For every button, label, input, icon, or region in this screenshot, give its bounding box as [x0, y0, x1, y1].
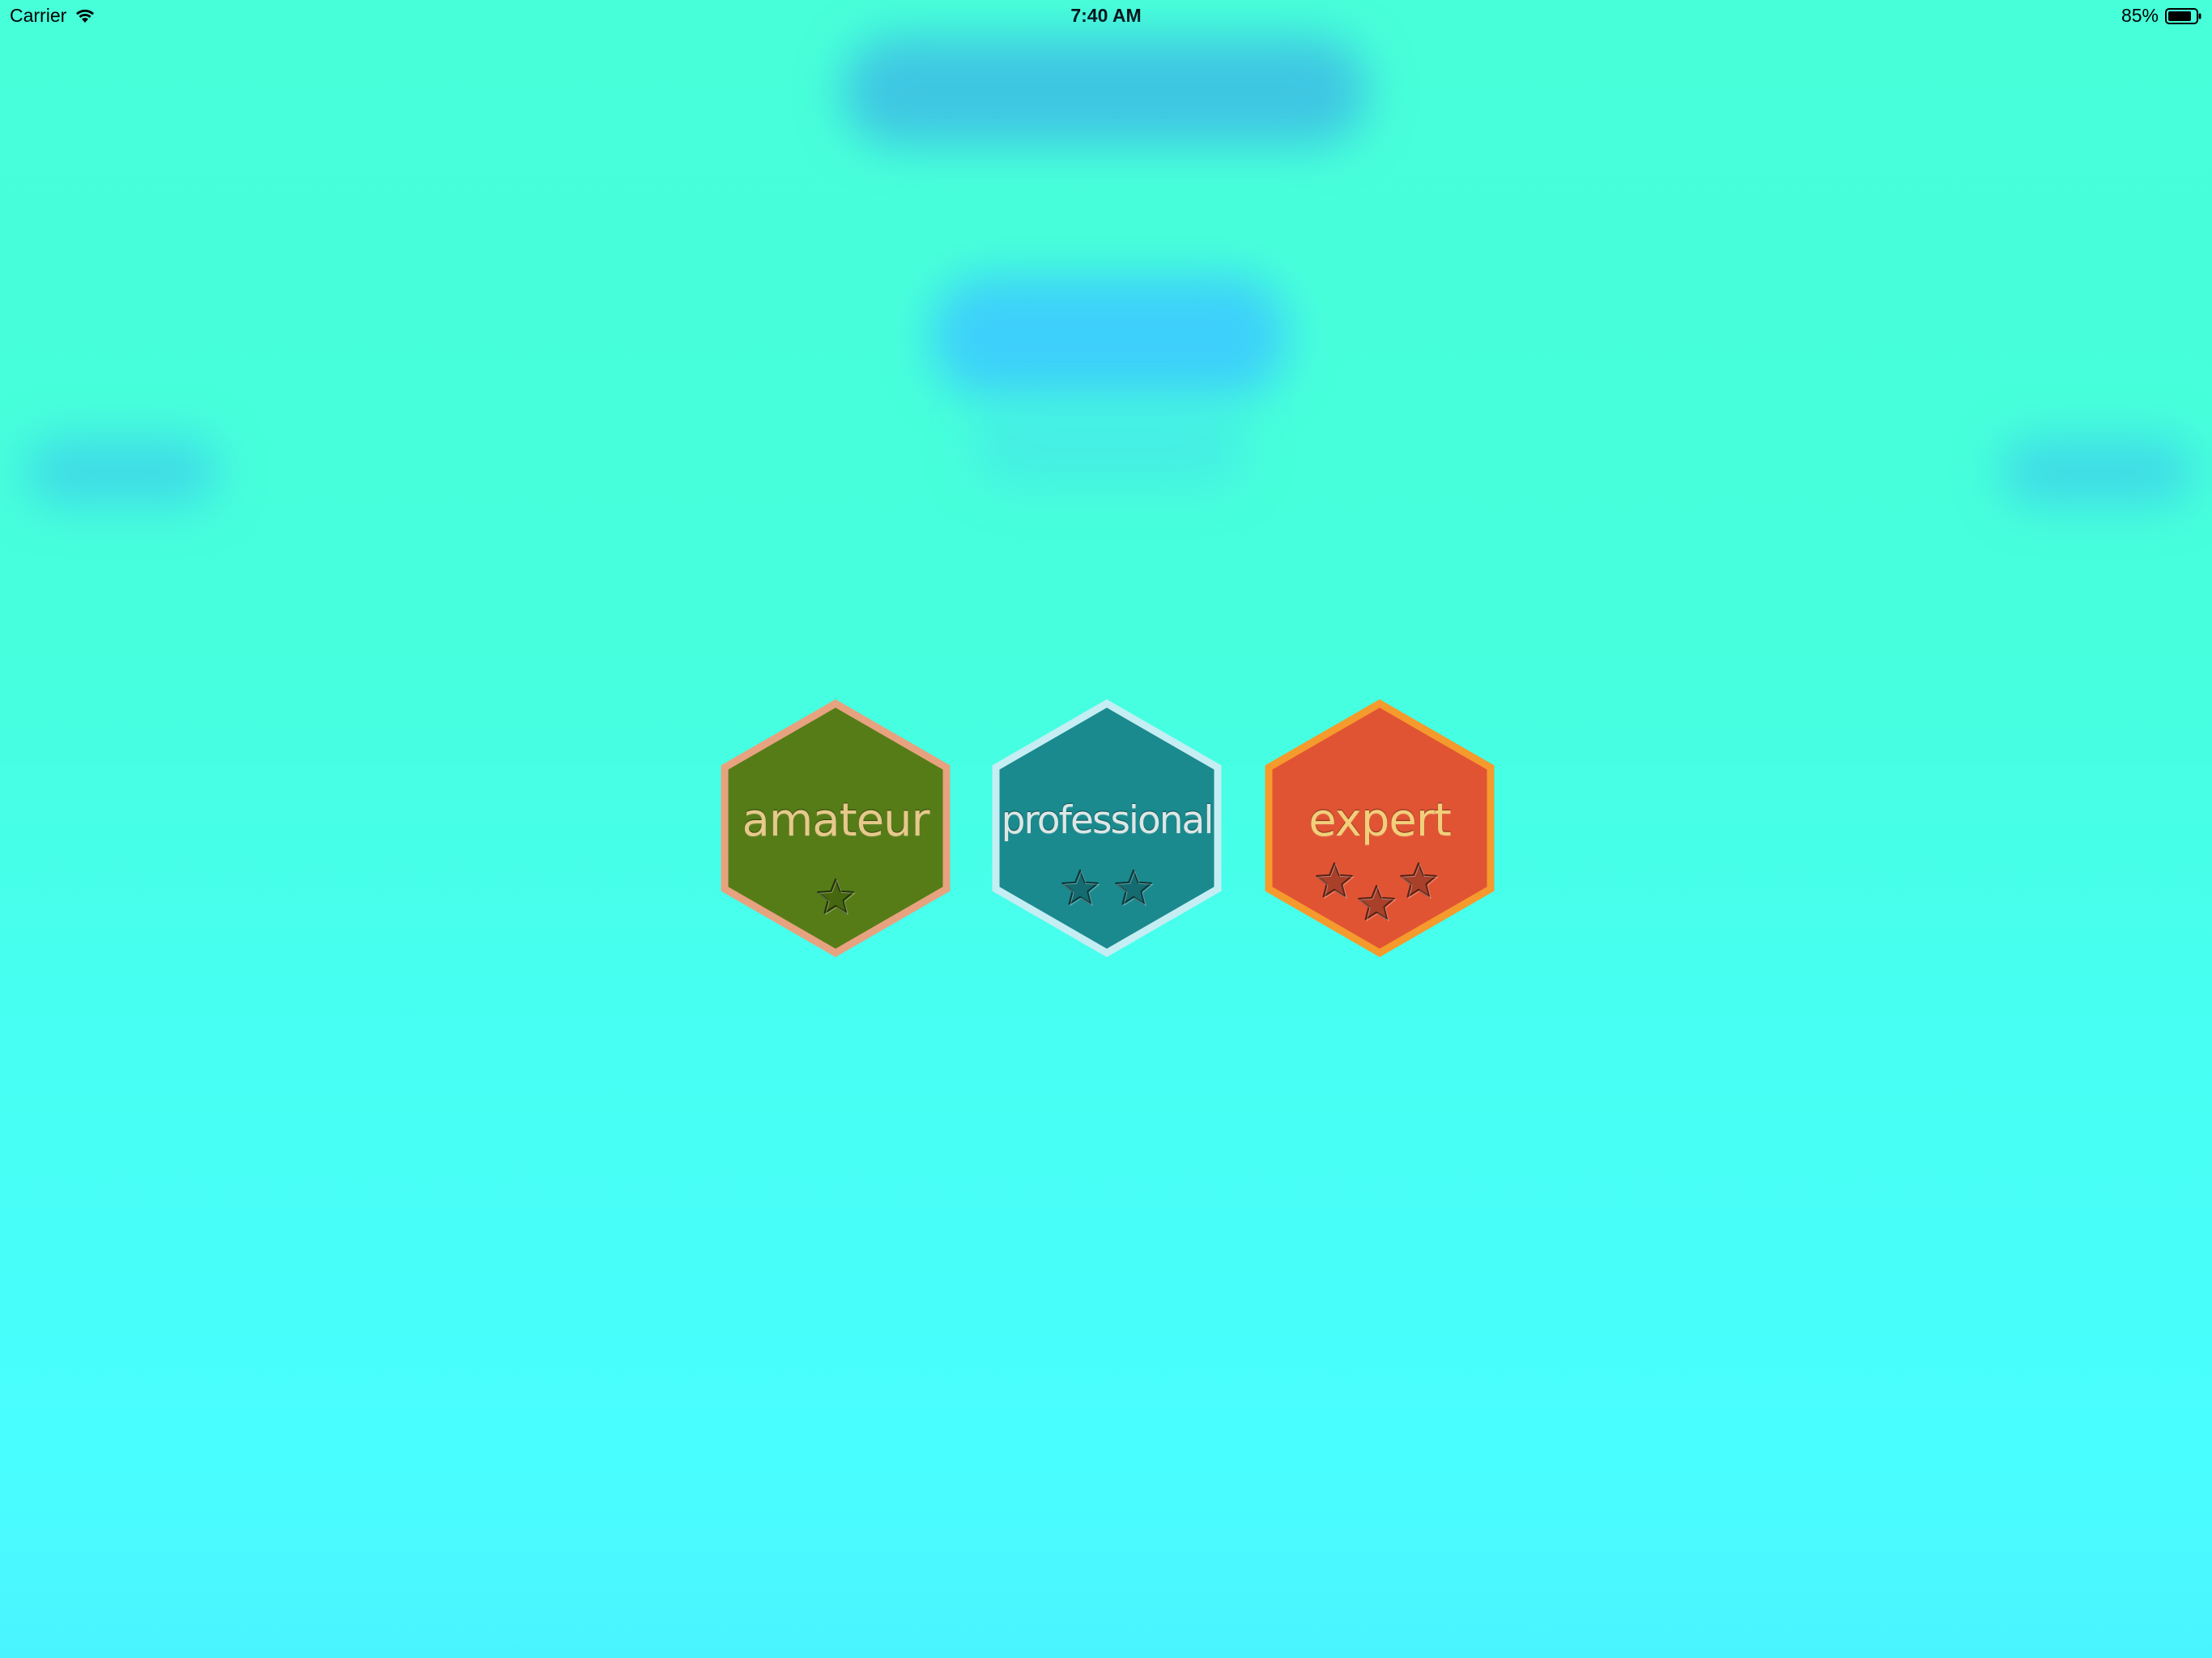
status-bar: Carrier 7:40 AM 85% — [0, 0, 2212, 32]
star-icon — [1313, 860, 1355, 902]
level-button-expert[interactable]: expert — [1265, 699, 1495, 958]
blurred-left-decoration — [24, 437, 219, 506]
battery-status: 85% — [2121, 5, 2202, 27]
battery-percent: 85% — [2121, 5, 2159, 26]
blurred-logo-decoration — [931, 275, 1287, 397]
star-icon — [1059, 867, 1101, 909]
blurred-subtitle-decoration — [972, 409, 1247, 486]
blurred-title-decoration — [842, 36, 1368, 146]
star-icon — [1355, 882, 1397, 925]
level-button-professional[interactable]: professional — [992, 699, 1222, 958]
difficulty-stars — [721, 699, 951, 957]
star-icon — [1397, 860, 1440, 902]
star-icon — [1112, 867, 1155, 909]
difficulty-stars — [992, 699, 1222, 957]
level-button-amateur[interactable]: amateur — [721, 699, 951, 958]
battery-icon — [2165, 7, 2202, 25]
status-time: 7:40 AM — [1070, 5, 1142, 26]
star-icon — [815, 876, 857, 918]
difficulty-stars — [1265, 699, 1495, 957]
blurred-right-decoration — [2000, 437, 2194, 506]
